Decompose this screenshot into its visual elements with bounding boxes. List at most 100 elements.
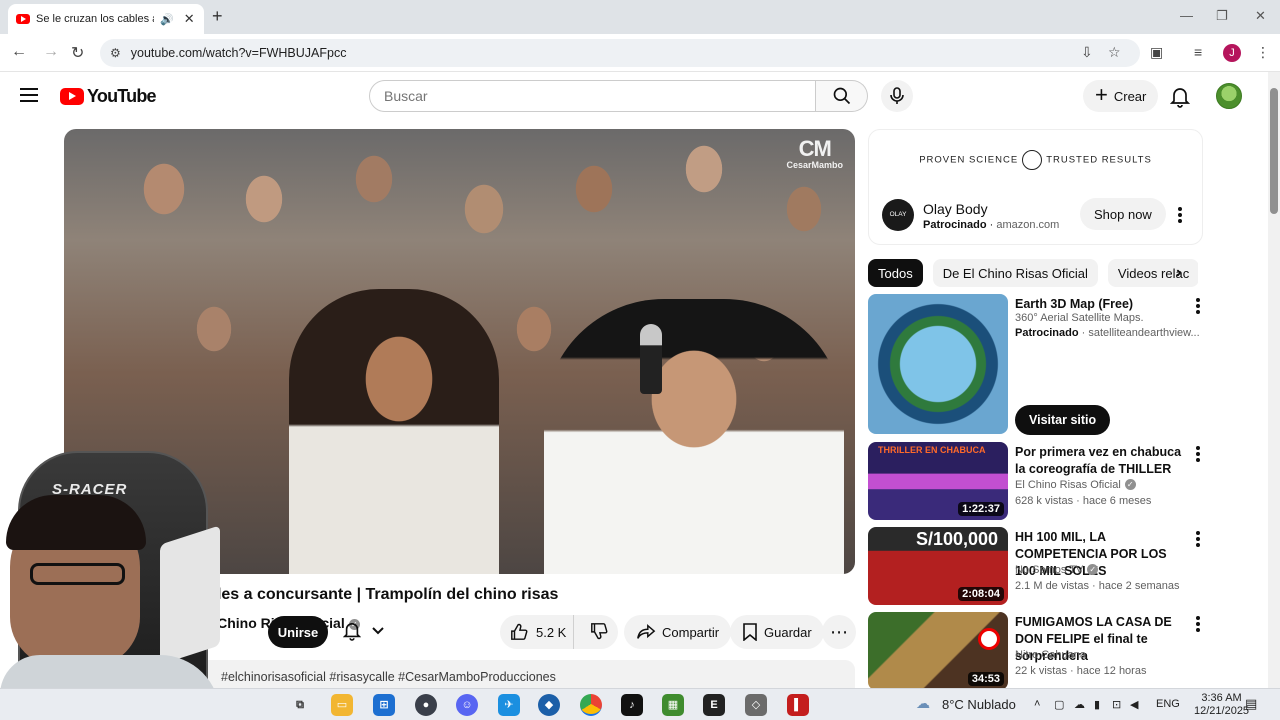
search-icon <box>833 87 850 105</box>
recommendation-meta: 628 k vistas · hace 6 meses <box>1015 495 1152 507</box>
recommendation-item[interactable]: THRILLER EN CHABUCA 1:22:37 Por primera … <box>868 442 1203 520</box>
recommendation-item[interactable]: S/100,000 2:08:04 HH 100 MIL, LA COMPETE… <box>868 527 1203 605</box>
network-icon[interactable]: ⊡ <box>1112 698 1121 711</box>
tiktok-icon[interactable]: ♪ <box>621 694 643 716</box>
thumbs-down-icon <box>591 622 608 639</box>
install-app-icon[interactable]: ⇩ <box>1081 44 1093 61</box>
search-input[interactable] <box>384 88 815 104</box>
save-button[interactable]: Guardar <box>730 615 824 649</box>
task-view-icon[interactable]: ⧉ <box>289 694 311 716</box>
youtube-favicon-icon <box>16 14 30 24</box>
search-button[interactable] <box>816 80 868 112</box>
language-indicator[interactable]: ENG <box>1156 698 1180 710</box>
new-tab-icon[interactable]: + <box>212 6 223 27</box>
video-options-icon[interactable] <box>1196 446 1200 464</box>
chevron-down-icon <box>372 627 384 635</box>
video-duration: 1:22:37 <box>958 502 1004 516</box>
media-control-icon[interactable]: ≡ <box>1194 44 1202 60</box>
notifications-bell-icon[interactable] <box>1170 86 1190 108</box>
video-thumbnail[interactable]: THRILLER EN CHABUCA 1:22:37 <box>868 442 1008 520</box>
share-button[interactable]: Compartir <box>624 615 732 649</box>
forward-icon[interactable]: → <box>43 43 59 61</box>
browser-profile-avatar[interactable]: J <box>1223 44 1241 62</box>
epic-games-icon[interactable]: E <box>703 694 725 716</box>
chip-all[interactable]: Todos <box>868 259 923 287</box>
more-horizontal-icon: ⋯ <box>830 621 848 642</box>
roblox-icon[interactable]: ◇ <box>745 694 767 716</box>
chrome-icon[interactable] <box>580 694 602 716</box>
thumbs-up-icon <box>511 623 528 640</box>
bookmark-star-icon[interactable]: ☆ <box>1108 44 1121 61</box>
join-button[interactable]: Unirse <box>268 616 328 648</box>
speaker-icon[interactable]: 🔊 <box>160 13 174 26</box>
tray-app-icon[interactable]: ▢ <box>1054 698 1064 711</box>
windows-taskbar: ⧉ ▭ ⊞ ● ☺ ✈ ◆ ♪ ▦ E ◇ ▌ ☁ 8°C Nublado ˄ … <box>0 688 1280 720</box>
user-avatar[interactable] <box>1216 83 1242 109</box>
video-options-icon[interactable] <box>1196 531 1200 549</box>
browser-menu-icon[interactable]: ⋮ <box>1256 44 1270 61</box>
verified-icon: ✓ <box>1124 479 1136 490</box>
site-info-icon[interactable]: ⚙ <box>110 46 121 60</box>
page-scrollbar[interactable] <box>1268 72 1280 688</box>
volume-icon[interactable]: ◀ <box>1130 698 1138 711</box>
shop-now-button[interactable]: Shop now <box>1080 198 1166 230</box>
discord-icon[interactable]: ☺ <box>456 694 478 716</box>
microphone-tray-icon[interactable]: ▮ <box>1094 698 1100 711</box>
maximize-icon[interactable]: ❐ <box>1216 8 1228 24</box>
create-button[interactable]: + Crear <box>1083 80 1159 112</box>
video-thumbnail[interactable]: S/100,000 2:08:04 <box>868 527 1008 605</box>
earth-globe-thumbnail[interactable] <box>868 294 1008 434</box>
prohibited-icon <box>978 628 1000 650</box>
advertiser-name[interactable]: Olay Body <box>923 201 988 217</box>
subscription-notifications-button[interactable] <box>343 621 385 641</box>
card-options-icon[interactable] <box>1196 298 1200 316</box>
reload-icon[interactable]: ↻ <box>71 43 84 63</box>
app-icon[interactable]: ✈ <box>498 694 520 716</box>
advertiser-logo[interactable]: OLAY <box>882 199 914 231</box>
system-clock[interactable]: 3:36 AM 12/21/2025 <box>1194 692 1249 718</box>
ad-options-icon[interactable] <box>1178 207 1182 225</box>
chip-channel[interactable]: De El Chino Risas Oficial <box>932 259 1098 287</box>
search-box[interactable] <box>369 80 816 112</box>
microsoft-store-icon[interactable]: ⊞ <box>373 694 395 716</box>
obs-icon[interactable]: ● <box>415 694 437 716</box>
scrollbar-thumb[interactable] <box>1270 88 1278 214</box>
tab-title: Se le cruzan los cables a co <box>36 13 154 25</box>
share-arrow-icon <box>637 624 656 639</box>
hamburger-menu-icon[interactable] <box>20 88 38 102</box>
recommendation-title[interactable]: Por primera vez en chabuca la coreografí… <box>1015 444 1185 478</box>
voice-search-button[interactable] <box>881 80 913 112</box>
chip-related[interactable]: Videos relac <box>1107 259 1198 287</box>
file-explorer-icon[interactable]: ▭ <box>331 694 353 716</box>
chevron-right-icon[interactable]: › <box>1176 264 1181 282</box>
close-window-icon[interactable]: ✕ <box>1255 8 1266 24</box>
like-button[interactable]: 5.2 K <box>500 615 574 649</box>
logo-text: YouTube <box>87 86 157 106</box>
address-bar[interactable]: ⚙ youtube.com/watch?v=FWHBUJAFpcc <box>100 39 1140 67</box>
close-tab-icon[interactable]: ✕ <box>184 11 195 27</box>
dislike-button[interactable] <box>580 622 608 643</box>
minimize-icon[interactable]: — <box>1180 8 1193 23</box>
video-options-icon[interactable] <box>1196 616 1200 634</box>
ad-banner: PROVEN SCIENCE TRUSTED RESULTS <box>869 150 1202 170</box>
description-hashtags[interactable]: #elchinorisasoficial #risasycalle #Cesar… <box>221 670 556 684</box>
weather-text[interactable]: 8°C Nublado <box>942 697 1016 712</box>
extensions-icon[interactable]: ▣ <box>1150 44 1163 61</box>
vpn-icon[interactable]: ◆ <box>538 694 560 716</box>
more-actions-button[interactable]: ⋯ <box>822 615 856 649</box>
youtube-logo[interactable]: YouTube <box>60 86 157 107</box>
streamer-hair <box>6 495 146 550</box>
video-duration: 34:53 <box>967 672 1004 686</box>
youtube-play-logo-icon <box>60 88 84 105</box>
back-icon[interactable]: ← <box>11 43 27 61</box>
visit-site-button[interactable]: Visitar sitio <box>1015 405 1111 435</box>
notification-center-icon[interactable]: ▤ <box>1245 696 1257 712</box>
minecraft-icon[interactable]: ▦ <box>662 694 684 716</box>
cloud-sync-icon[interactable]: ☁ <box>1074 698 1085 711</box>
tray-expand-icon[interactable]: ˄ <box>1034 698 1040 710</box>
red-app-icon[interactable]: ▌ <box>787 694 809 716</box>
video-thumbnail[interactable]: 34:53 <box>868 612 1008 688</box>
browser-tab-active[interactable]: Se le cruzan los cables a co 🔊 ✕ <box>8 4 204 34</box>
recommendation-item[interactable]: 34:53 FUMIGAMOS LA CASA DE DON FELIPE el… <box>868 612 1203 688</box>
sponsored-app-title[interactable]: Earth 3D Map (Free) <box>1015 296 1185 313</box>
